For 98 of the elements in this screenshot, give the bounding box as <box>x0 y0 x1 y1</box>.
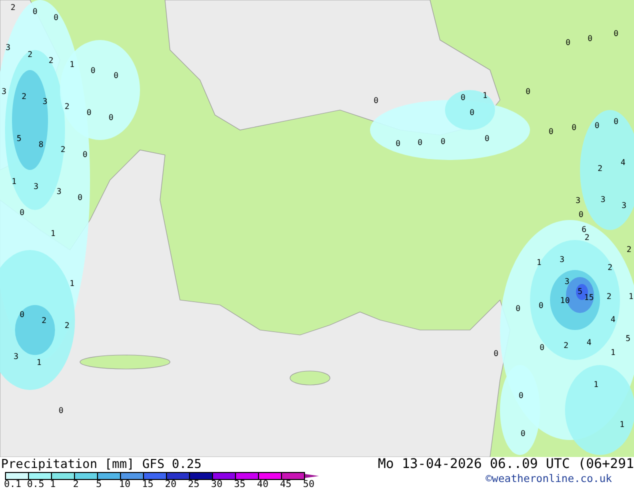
map-value-label: 2 <box>22 92 26 101</box>
map-value-label: 0 <box>572 123 576 132</box>
map-value-label: 0 <box>516 304 520 313</box>
map-value-label: 3 <box>34 182 38 191</box>
map-value-label: 3 <box>622 201 626 210</box>
map-value-label: 0 <box>460 93 466 102</box>
map-value-label: 2 <box>598 164 602 173</box>
map-value-label: 0 <box>594 121 600 130</box>
map-value-label: 1 <box>50 229 56 238</box>
map-value-label: 0 <box>108 113 114 122</box>
legend-title: Precipitation [mm] <box>1 457 134 472</box>
legend-tick-label: 10 <box>119 480 132 490</box>
map-value-label: 0 <box>114 71 118 80</box>
island-drawing <box>290 370 330 386</box>
map-value-label: 2 <box>10 3 16 12</box>
map-value-label: 4 <box>610 315 616 324</box>
legend-tick-label: 0.1 <box>4 480 22 490</box>
map-value-label: 2 <box>48 56 54 65</box>
map-value-label: 0 <box>20 208 24 217</box>
map-value-label: 0 <box>566 38 570 47</box>
map-value-label: 4 <box>586 338 592 347</box>
map-value-label: 1 <box>620 420 624 429</box>
map-value-label: 1 <box>70 60 74 69</box>
map-value-label: 2 <box>28 50 32 59</box>
map-value-label: 0 <box>588 34 592 43</box>
legend-tick-label: 35 <box>234 480 246 490</box>
map-value-label: 0 <box>58 406 64 415</box>
map-value-label: 0 <box>548 127 554 136</box>
map-value-label: 2 <box>584 233 590 242</box>
map-value-label: 0 <box>86 108 92 117</box>
legend-tick-label: 5 <box>96 480 103 490</box>
map-value-label: 2 <box>606 292 612 301</box>
map-value-label: 4 <box>620 158 626 167</box>
map-value-label: 0 <box>90 66 96 75</box>
legend-tick-label: 45 <box>280 480 292 490</box>
map-value-label: 0 <box>526 87 530 96</box>
map-value-label: 1 <box>12 177 16 186</box>
valid-time: Mo 13-04-2026 06..09 UTC (06+291 <box>378 457 634 473</box>
legend-tick-label: 1 <box>50 480 57 490</box>
map-value-label: 0 <box>494 349 498 358</box>
map-value-label: 3 <box>564 277 570 286</box>
map-value-label: 2 <box>64 321 70 330</box>
map-value-label: 5 <box>16 134 22 143</box>
map-value-label: 0 <box>78 193 82 202</box>
map-value-label: 0 <box>540 343 544 352</box>
map-value-label: 1 <box>536 258 542 267</box>
map-value-label: 6 <box>582 225 586 234</box>
legend-tick-label: 15 <box>142 480 154 490</box>
map-value-label: 0 <box>82 150 88 159</box>
map-value-label: 3 <box>56 187 62 196</box>
map-value-label: 0 <box>418 138 422 147</box>
legend-tick-label: 0.5 <box>27 480 46 490</box>
credit-text: ©weatheronline.co.uk <box>486 473 613 485</box>
map-value-label: 3 <box>42 97 48 106</box>
map-value-label: 0 <box>20 310 24 319</box>
legend-tick-label: 40 <box>257 480 270 490</box>
model-name: GFS 0.25 <box>142 457 202 472</box>
map-value-label: 1 <box>594 380 598 389</box>
map-value-label: 0 <box>470 108 474 117</box>
map-value-label: 2 <box>60 145 66 154</box>
legend-tick-label: 25 <box>188 480 200 490</box>
map-value-label: 15 <box>584 293 594 302</box>
legend-tick-label: 20 <box>165 480 178 490</box>
map-value-label: 0 <box>374 96 378 105</box>
map-value-label: 3 <box>2 87 6 96</box>
map-value-label: 0 <box>54 13 58 22</box>
map-value-label: 2 <box>626 245 632 254</box>
map-value-label: 2 <box>42 316 46 325</box>
map-value-label: 0 <box>440 137 446 146</box>
map-value-label: 3 <box>14 352 18 361</box>
map-value-label: 0 <box>538 301 544 310</box>
legend-tick-label: 30 <box>211 480 224 490</box>
legend-tick-label: 50 <box>303 480 316 490</box>
map-value-label: 8 <box>38 140 44 149</box>
map-value-label: 1 <box>70 279 74 288</box>
map-value-label: 0 <box>614 117 618 126</box>
map-value-label: 1 <box>610 348 616 357</box>
map-value-label: 1 <box>36 358 42 367</box>
map-value-label: 1 <box>482 91 488 100</box>
legend-tick-label: 2 <box>73 480 80 490</box>
map-value-label: 0 <box>520 429 526 438</box>
map-value-label: 0 <box>614 29 618 38</box>
map-value-label: 3 <box>576 196 580 205</box>
map-value-label: 10 <box>560 296 570 305</box>
map-value-label: 0 <box>578 210 584 219</box>
map-value-label: 0 <box>484 134 490 143</box>
map-value-label: 2 <box>608 263 612 272</box>
map-value-label: 5 <box>626 334 630 343</box>
map-value-label: 5 <box>578 287 582 296</box>
map-value-label: 1 <box>628 292 634 301</box>
map-value-label: 3 <box>560 255 564 264</box>
map-value-label: 0 <box>32 7 38 16</box>
map-value-label: 2 <box>564 341 568 350</box>
map-value-label: 2 <box>64 102 70 111</box>
map-value-label: 3 <box>6 43 10 52</box>
map-value-label: 0 <box>518 391 524 400</box>
map-value-label: 3 <box>600 195 606 204</box>
map-value-label: 0 <box>396 139 400 148</box>
